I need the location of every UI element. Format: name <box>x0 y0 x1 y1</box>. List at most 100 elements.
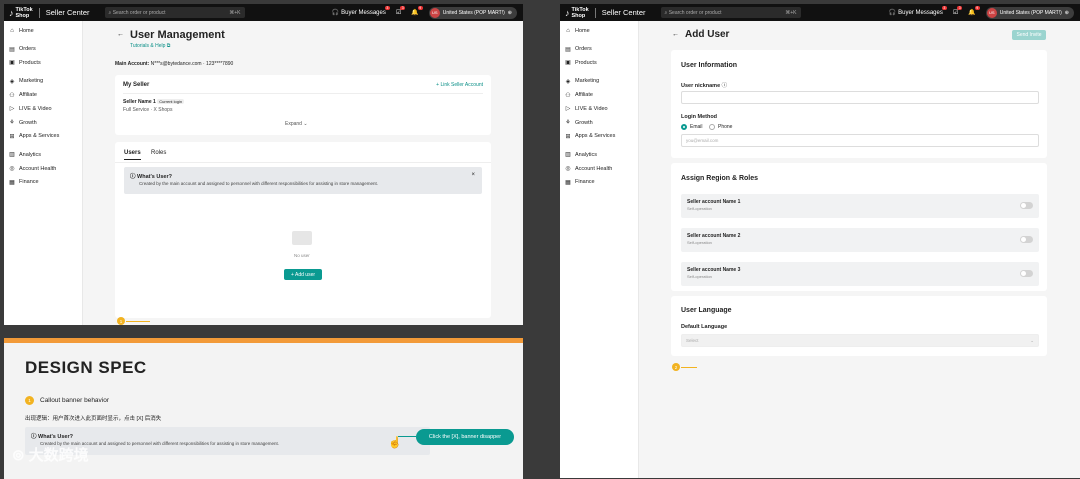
sidebar-item-products[interactable]: ▣ Products <box>4 56 82 70</box>
sidebar-item-orders[interactable]: ▤ Orders <box>560 42 638 56</box>
spec-callout-title: ⓘ What's User? <box>31 434 73 440</box>
sidebar-item-live-video[interactable]: ▷ LIVE & Video <box>4 102 82 116</box>
seller-subtitle: Full Service · X Shops <box>123 107 173 113</box>
sidebar-item-home[interactable]: ⌂ Home <box>560 24 638 38</box>
sidebar-item-affiliate[interactable]: ⚇ Affiliate <box>4 88 82 102</box>
account-toggle[interactable] <box>1020 202 1033 209</box>
chevron-down-icon: ⌄ <box>1030 337 1034 343</box>
tiktok-shop-logo[interactable]: ♪ TikTok Shop Seller Center <box>9 7 90 19</box>
tasks-icon: ☑ <box>952 10 959 16</box>
seller-center-label: Seller Center <box>45 7 90 17</box>
search-input[interactable]: ⌕ Search order or product ⌘+K <box>104 7 245 18</box>
affiliate-icon: ⚇ <box>565 92 571 99</box>
tab-roles[interactable]: Roles <box>151 150 166 156</box>
tab-users[interactable]: Users <box>124 150 141 160</box>
seller-account-row: Seller account Name 3 Self-operation <box>681 262 1039 286</box>
sidebar-item-apps[interactable]: ⊞ Apps & Services <box>560 130 638 144</box>
behavior-rule: 出现逻辑：用户首次进入此页面时显示，点击 [X] 后消失 <box>25 416 162 422</box>
my-seller-title: My Seller <box>123 82 150 88</box>
email-input[interactable]: you@email.com <box>681 134 1039 147</box>
expand-button[interactable]: Expand ⌄ <box>285 121 308 127</box>
tiktok-logo-icon: ♪ <box>565 7 570 18</box>
finance-icon: ▦ <box>565 179 571 186</box>
region-selector[interactable]: US United States (POP MART!) ⊕ <box>985 6 1074 19</box>
callout-body: Created by the main account and assigned… <box>139 181 379 186</box>
products-icon: ▣ <box>9 60 15 67</box>
assign-title: Assign Region & Roles <box>681 175 759 182</box>
headset-icon: 🎧 <box>888 10 897 16</box>
callout-title: ⓘ What's User? <box>130 174 172 180</box>
sidebar-item-finance[interactable]: ▦ Finance <box>4 175 82 189</box>
account-health-icon: ◎ <box>565 166 571 173</box>
products-icon: ▣ <box>565 60 571 67</box>
sidebar-item-home[interactable]: ⌂ Home <box>4 24 82 38</box>
account-toggle[interactable] <box>1020 236 1033 243</box>
tiktok-logo-icon: ♪ <box>9 7 14 18</box>
back-arrow-icon[interactable]: ← <box>117 31 124 38</box>
back-arrow-icon[interactable]: ← <box>672 31 679 38</box>
link-seller-account-link[interactable]: + Link Seller Account <box>436 82 483 88</box>
live-video-icon: ▷ <box>9 106 15 113</box>
main-content: ← User Management Tutorials & Help ⧉ Mai… <box>83 21 523 325</box>
sidebar-item-marketing[interactable]: ◈ Marketing <box>4 74 82 88</box>
marketing-icon: ◈ <box>565 78 571 85</box>
sidebar-item-orders[interactable]: ▤ Orders <box>4 42 82 56</box>
sidebar-item-account-health[interactable]: ◎ Account Health <box>4 162 82 176</box>
assign-region-roles-card: Assign Region & Roles Seller account Nam… <box>671 163 1047 291</box>
default-language-label: Default Language <box>681 324 728 330</box>
hand-cursor-icon: ☝ <box>388 437 402 449</box>
finance-icon: ▦ <box>9 179 15 186</box>
sidebar-item-affiliate[interactable]: ⚇ Affiliate <box>560 88 638 102</box>
apps-icon: ⊞ <box>565 133 571 140</box>
behavior-title: Callout banner behavior <box>40 397 110 404</box>
send-invite-button[interactable]: Send Invite <box>1012 30 1046 40</box>
notifications-button[interactable]: 🔔 9 <box>411 6 423 16</box>
sidebar-item-analytics[interactable]: ▥ Analytics <box>560 148 638 162</box>
sidebar-item-growth[interactable]: ⚘ Growth <box>560 116 638 130</box>
region-selector[interactable]: US United States (POP MART!) ⊕ <box>428 6 517 19</box>
seller-account-row: Seller account Name 1 Self-operation <box>681 194 1039 218</box>
default-language-select[interactable]: Select ⌄ <box>681 334 1039 347</box>
user-information-title: User Information <box>681 62 738 69</box>
annotation-marker-1: 1 <box>117 317 125 325</box>
add-user-button[interactable]: + Add user <box>284 269 322 280</box>
sidebar-item-marketing[interactable]: ◈ Marketing <box>560 74 638 88</box>
tooltip-bubble: Click the [X], banner disapper <box>416 429 514 445</box>
nickname-input[interactable] <box>681 91 1039 104</box>
top-bar: ♪ TikTok Shop Seller Center ⌕ Search order … <box>4 4 523 21</box>
sidebar-item-live-video[interactable]: ▷ LIVE & Video <box>560 102 638 116</box>
globe-icon: ⊕ <box>507 9 512 16</box>
home-icon: ⌂ <box>566 27 570 34</box>
external-link-icon: ⧉ <box>166 43 171 49</box>
empty-state-illustration <box>292 231 312 245</box>
tiktok-shop-logo[interactable]: ♪ TikTok Shop Seller Center <box>565 7 646 19</box>
sidebar-item-account-health[interactable]: ◎ Account Health <box>560 162 638 176</box>
sidebar-item-analytics[interactable]: ▥ Analytics <box>4 148 82 162</box>
user-language-card: User Language Default Language Select ⌄ <box>671 296 1047 356</box>
analytics-icon: ▥ <box>9 152 15 159</box>
sidebar-item-finance[interactable]: ▦ Finance <box>560 175 638 189</box>
phone-radio[interactable]: Phone <box>709 124 732 130</box>
tasks-button[interactable]: ☑ 3 <box>952 6 963 16</box>
user-information-card: User Information User nickname ⓘ Login M… <box>671 50 1047 158</box>
affiliate-icon: ⚇ <box>9 92 15 99</box>
add-user-screen: ♪ TikTok Shop Seller Center ⌕ Search order … <box>560 4 1080 478</box>
buyer-messages-button[interactable]: 🎧 Buyer Messages 3 <box>332 6 390 16</box>
buyer-messages-button[interactable]: 🎧 Buyer Messages 3 <box>888 6 947 16</box>
account-health-icon: ◎ <box>9 166 15 173</box>
sidebar-item-growth[interactable]: ⚘ Growth <box>4 116 82 130</box>
account-toggle[interactable] <box>1020 270 1033 277</box>
tasks-button[interactable]: ☑ 3 <box>396 6 406 16</box>
close-icon[interactable]: × <box>471 172 475 178</box>
search-input[interactable]: ⌕ Search order or product ⌘+K <box>660 7 801 18</box>
sidebar-item-apps[interactable]: ⊞ Apps & Services <box>4 130 82 144</box>
sidebar-item-products[interactable]: ▣ Products <box>560 56 638 70</box>
email-radio[interactable]: Email <box>681 124 703 130</box>
tutorials-help-link[interactable]: Tutorials & Help ⧉ <box>130 43 170 49</box>
spec-top-bar <box>4 338 523 343</box>
my-seller-card: My Seller + Link Seller Account Seller N… <box>115 75 491 135</box>
notifications-button[interactable]: 🔔 9 <box>968 6 980 16</box>
watermark-logo-icon: ⊚ <box>12 446 25 464</box>
no-user-text: No user <box>294 253 310 258</box>
design-spec-title: DESIGN SPEC <box>25 358 147 377</box>
